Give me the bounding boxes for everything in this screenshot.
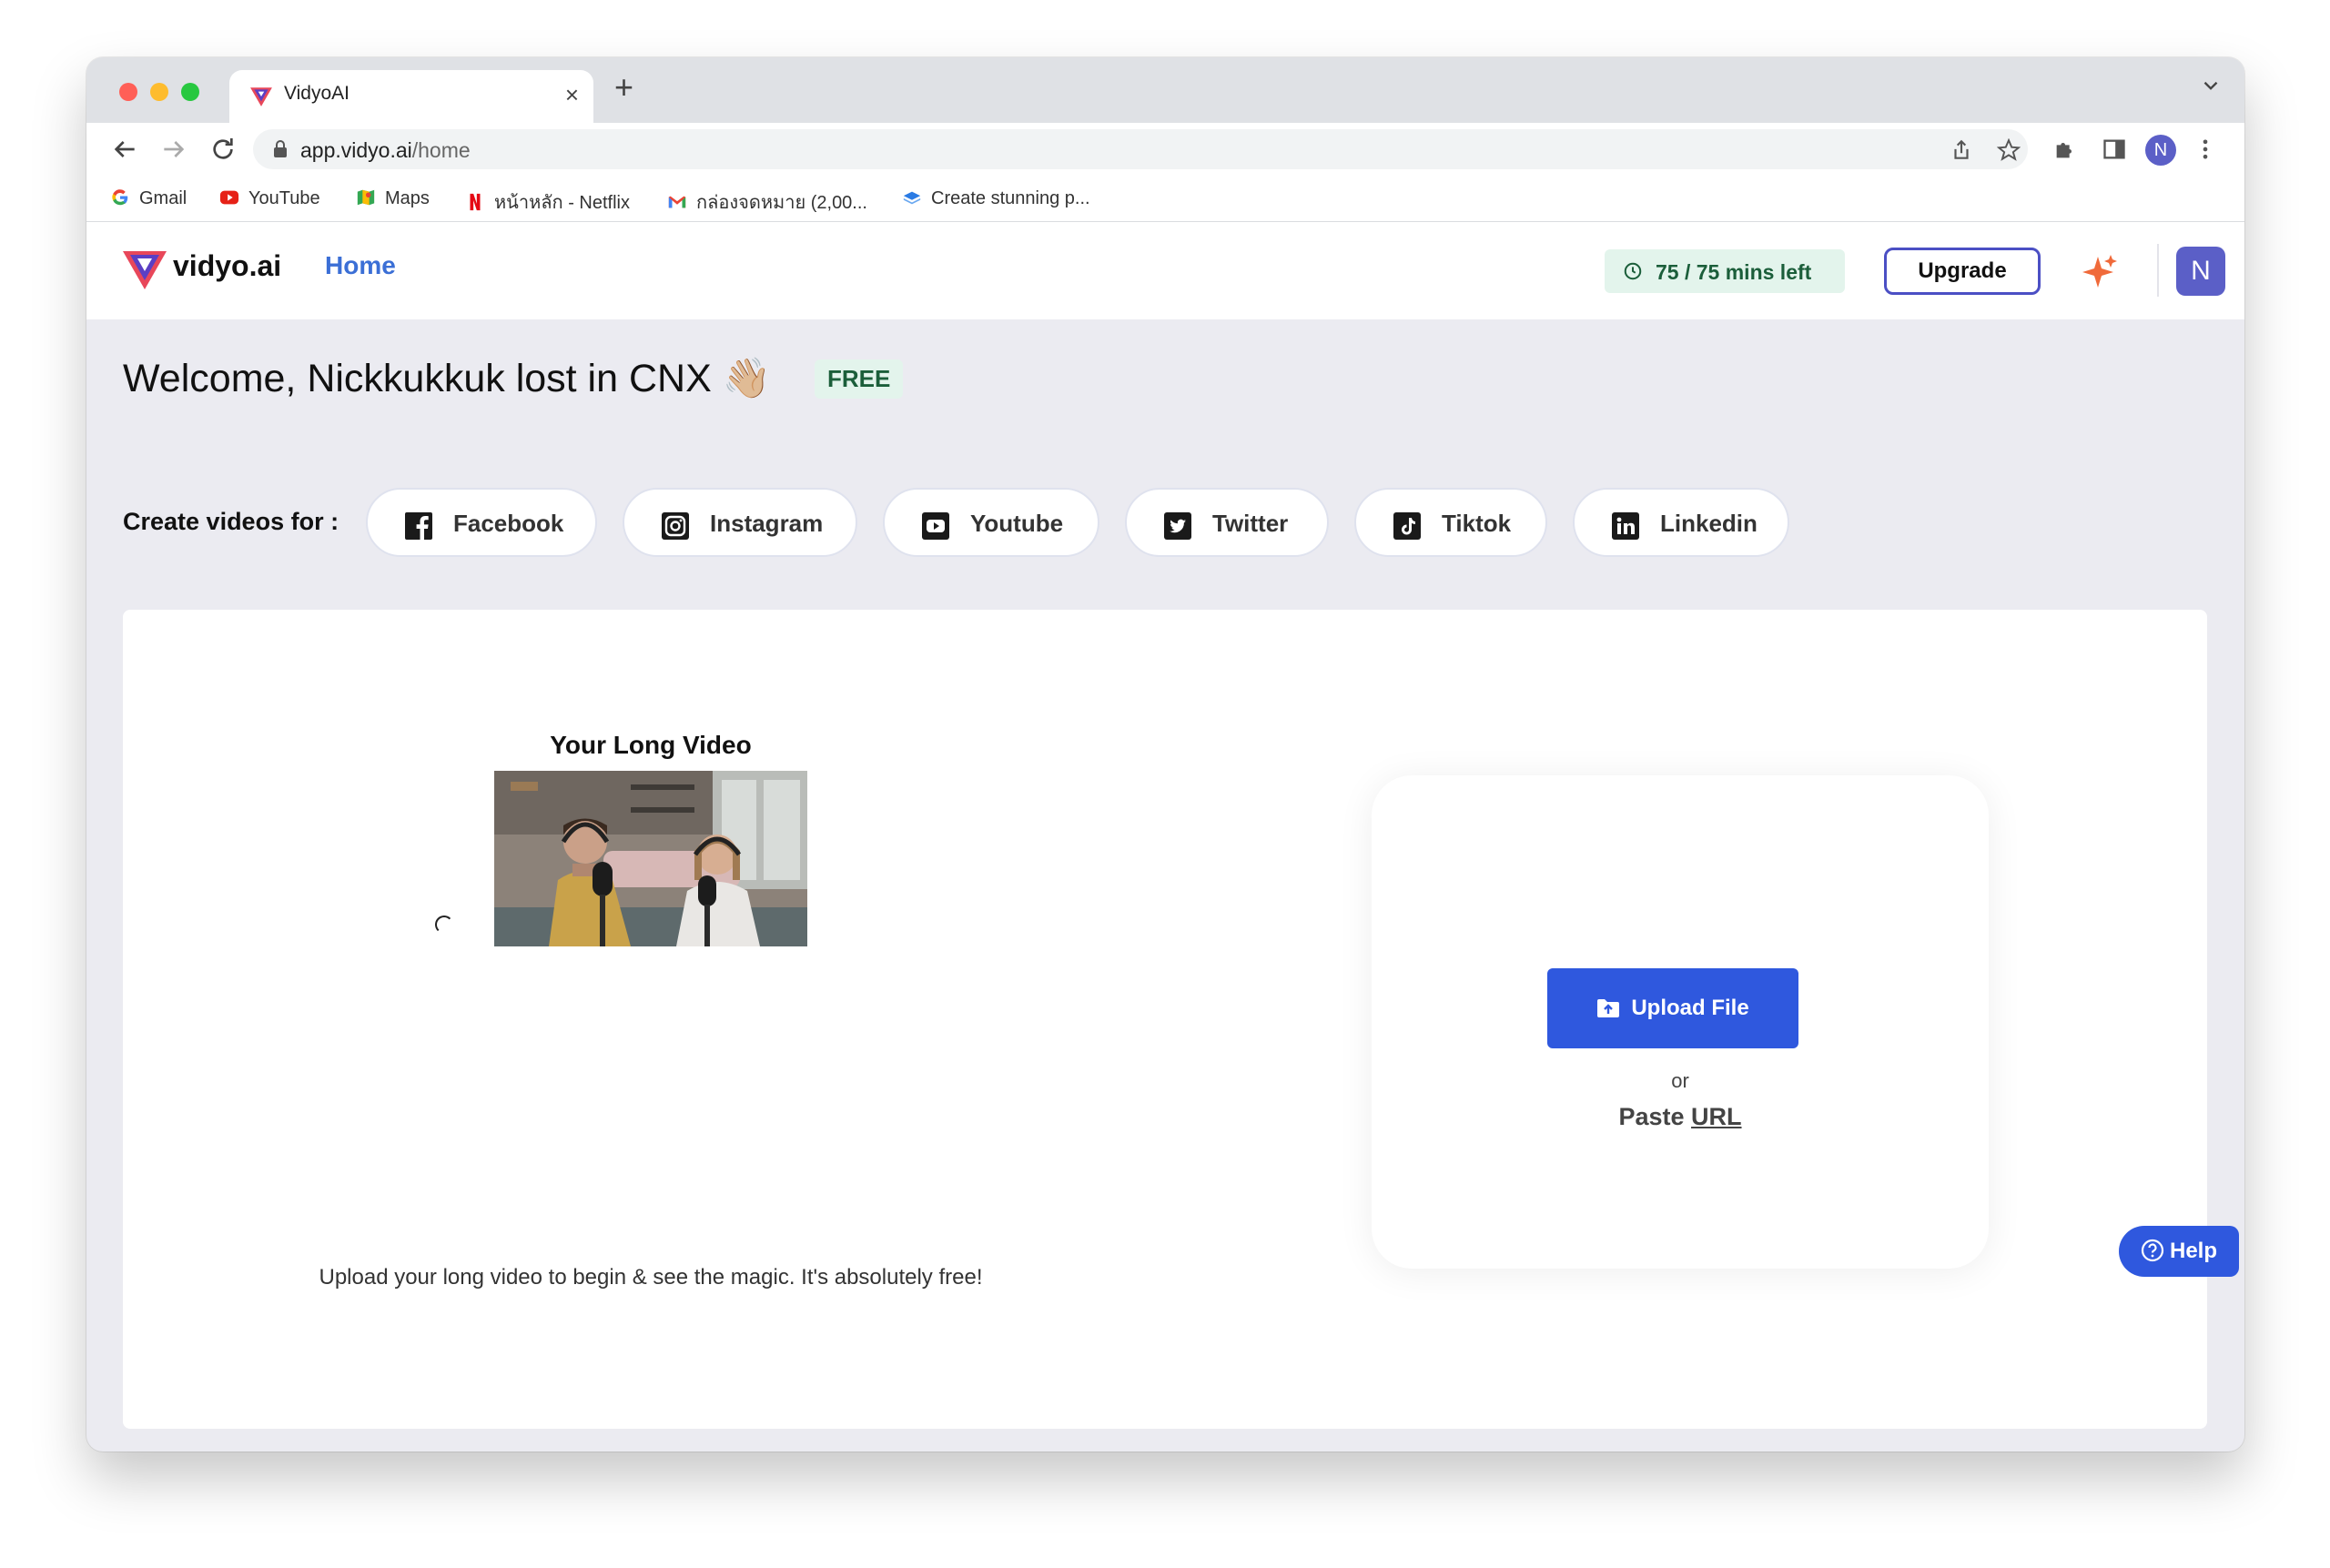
- bookmark-item[interactable]: หน้าหลัก - Netflix: [465, 187, 630, 217]
- platform-facebook-button[interactable]: Facebook: [366, 488, 597, 557]
- browser-toolbar: app.vidyo.ai/home N: [86, 123, 2244, 176]
- logo-text[interactable]: vidyo.ai: [173, 249, 281, 283]
- bookmark-star-icon[interactable]: [1997, 138, 2021, 162]
- browser-window: VidyoAI × + app.vidyo.ai/home N Gmail Yo…: [86, 57, 2244, 1452]
- app-header: vidyo.ai Home 75 / 75 mins left Upgrade …: [86, 222, 2244, 319]
- chevron-down-icon[interactable]: [2199, 74, 2223, 97]
- tiktok-icon: [1393, 512, 1421, 540]
- platform-youtube-button[interactable]: Youtube: [883, 488, 1099, 557]
- long-video-title: Your Long Video: [550, 731, 752, 759]
- paste-url-link[interactable]: URL: [1691, 1103, 1742, 1130]
- paste-url-text: Paste URL: [1618, 1103, 1742, 1130]
- tab-title: VidyoAI: [284, 83, 350, 104]
- bookmark-item[interactable]: Create stunning p...: [902, 187, 1090, 209]
- more-options-icon[interactable]: [2193, 137, 2218, 162]
- back-arrow-icon[interactable]: [110, 135, 139, 164]
- bookmarks-bar: Gmail YouTube Maps หน้าหลัก - Netflix กล…: [86, 176, 2244, 222]
- gmail-icon: [668, 196, 686, 208]
- new-tab-icon[interactable]: +: [614, 68, 633, 106]
- maps-icon: [357, 189, 375, 206]
- lock-icon: [274, 140, 287, 157]
- minimize-window-button[interactable]: [150, 83, 168, 101]
- instagram-icon: [662, 512, 689, 540]
- google-icon: [112, 189, 128, 206]
- user-avatar[interactable]: N: [2176, 247, 2225, 296]
- long-video-thumbnail: [494, 771, 807, 946]
- layers-icon: [903, 191, 921, 205]
- plan-badge: FREE: [815, 359, 904, 399]
- platform-instagram-button[interactable]: Instagram: [623, 488, 857, 557]
- vidyo-logo-icon[interactable]: [123, 249, 167, 289]
- upload-file-button[interactable]: Upload File: [1547, 968, 1798, 1048]
- upgrade-button[interactable]: Upgrade: [1884, 248, 2041, 295]
- reload-icon[interactable]: [208, 135, 238, 164]
- extensions-puzzle-icon[interactable]: [2052, 137, 2078, 162]
- vidyo-favicon-icon: [250, 87, 272, 106]
- nav-home-link[interactable]: Home: [325, 251, 396, 280]
- forward-arrow-icon[interactable]: [159, 135, 188, 164]
- bookmark-item[interactable]: Gmail: [110, 187, 187, 209]
- browser-tab[interactable]: VidyoAI ×: [229, 70, 593, 123]
- loading-spinner-icon: [435, 916, 453, 934]
- upload-hint-text: Upload your long video to begin & see th…: [319, 1265, 983, 1290]
- header-divider: [2157, 244, 2159, 297]
- welcome-heading: Welcome, Nickkukkuk lost in CNX 👋🏼: [123, 357, 772, 400]
- platform-linkedin-button[interactable]: Linkedin: [1573, 488, 1789, 557]
- help-question-icon: [2141, 1239, 2164, 1262]
- clock-icon: [1624, 262, 1642, 280]
- folder-upload-icon: [1597, 999, 1620, 1017]
- create-videos-label: Create videos for :: [123, 508, 339, 535]
- sparkle-icon[interactable]: [2080, 253, 2120, 293]
- maximize-window-button[interactable]: [181, 83, 199, 101]
- browser-profile-avatar[interactable]: N: [2145, 135, 2176, 166]
- bookmark-item[interactable]: กล่องจดหมาย (2,00...: [667, 187, 867, 217]
- netflix-icon: [470, 193, 481, 211]
- address-bar[interactable]: app.vidyo.ai/home: [253, 129, 2028, 169]
- minutes-left-text: 75 / 75 mins left: [1656, 260, 1812, 284]
- side-panel-icon[interactable]: [2102, 137, 2127, 162]
- help-button[interactable]: Help: [2119, 1226, 2239, 1277]
- twitter-icon: [1164, 512, 1191, 540]
- bookmark-item[interactable]: YouTube: [219, 187, 320, 209]
- facebook-icon: [405, 512, 432, 540]
- bookmark-item[interactable]: Maps: [356, 187, 430, 209]
- platform-tiktok-button[interactable]: Tiktok: [1354, 488, 1547, 557]
- linkedin-icon: [1612, 512, 1639, 540]
- or-divider-text: or: [1671, 1069, 1689, 1092]
- youtube-icon: [922, 512, 949, 540]
- address-url: app.vidyo.ai/home: [300, 138, 471, 162]
- platform-twitter-button[interactable]: Twitter: [1125, 488, 1329, 557]
- youtube-icon: [219, 190, 239, 205]
- main-card: Your Long Video Upload your long video t…: [123, 610, 2207, 1429]
- upload-panel: Upload File or Paste URL: [1372, 775, 1989, 1269]
- close-window-button[interactable]: [119, 83, 137, 101]
- close-tab-icon[interactable]: ×: [565, 81, 579, 109]
- share-icon[interactable]: [1950, 138, 1973, 162]
- tab-strip: VidyoAI × +: [86, 57, 2244, 123]
- minutes-left-badge: 75 / 75 mins left: [1605, 249, 1845, 293]
